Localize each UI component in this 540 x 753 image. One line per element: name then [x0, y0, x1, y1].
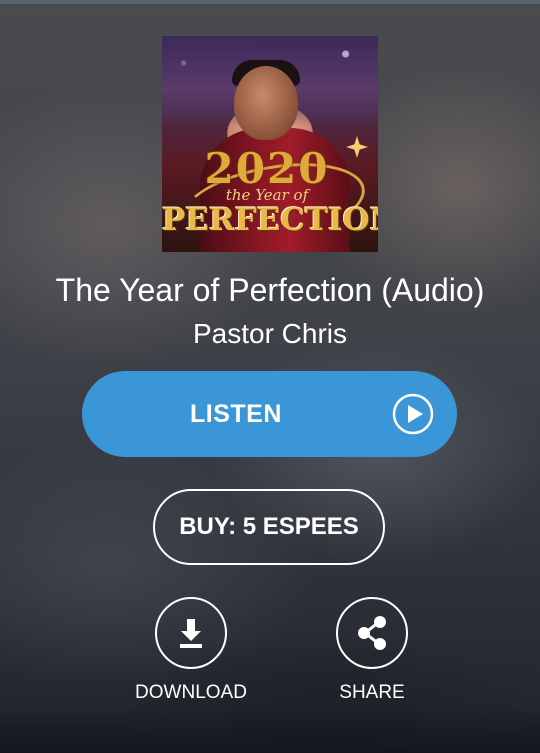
share-label: SHARE — [339, 682, 405, 703]
album-cover: 2020 the Year of PERFECTION — [162, 36, 378, 252]
cover-face — [234, 66, 298, 140]
play-circle-icon — [392, 393, 434, 435]
share-button[interactable] — [336, 597, 408, 669]
album-title: The Year of Perfection (Audio) — [55, 272, 485, 308]
bottom-shade — [0, 706, 540, 753]
album-detail-screen: 2020 the Year of PERFECTION The Year of … — [0, 0, 540, 753]
buy-button[interactable]: BUY: 5 ESPEES — [153, 489, 385, 565]
listen-button[interactable]: LISTEN — [82, 371, 457, 457]
download-label: DOWNLOAD — [135, 682, 247, 703]
listen-label: LISTEN — [190, 400, 282, 428]
album-artist: Pastor Chris — [192, 318, 348, 349]
cover-word: PERFECTION — [162, 202, 378, 238]
download-button[interactable] — [155, 597, 227, 669]
cover-sparkle-icon — [346, 136, 368, 158]
